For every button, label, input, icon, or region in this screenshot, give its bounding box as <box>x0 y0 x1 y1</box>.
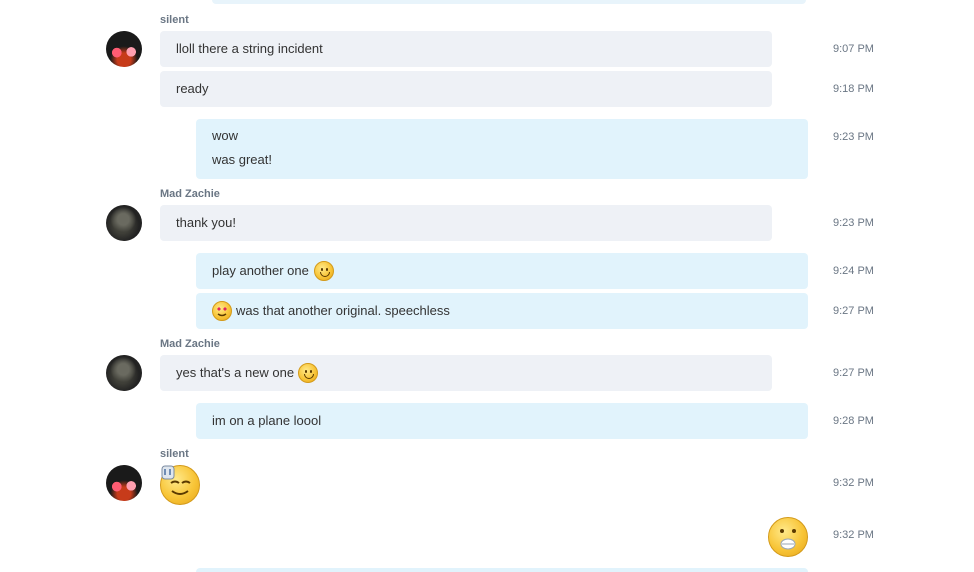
message-timestamp: 9:27 PM <box>833 305 874 317</box>
smile-emoticon-icon <box>298 363 318 383</box>
message-bubble-outgoing[interactable]: was that another original. speechless <box>196 293 808 329</box>
sender-name: silent <box>160 448 189 460</box>
message-bubble-outgoing[interactable]: im on a plane loool <box>196 403 808 439</box>
message-timestamp: 9:07 PM <box>833 43 874 55</box>
previous-message-bubble-edge <box>212 0 806 4</box>
message-text: was great! <box>212 152 272 167</box>
message-bubble-outgoing[interactable]: wow was great! <box>196 119 808 179</box>
message-text: ready <box>176 81 209 96</box>
message-text: play another one <box>212 263 309 278</box>
rock-on-emoticon-icon[interactable] <box>160 465 200 505</box>
next-message-bubble-edge <box>196 568 808 572</box>
message-bubble-incoming[interactable]: ready <box>160 71 772 107</box>
heart-eyes-emoticon-icon <box>212 301 232 321</box>
message-bubble-outgoing[interactable]: play another one <box>196 253 808 289</box>
message-bubble-incoming[interactable]: thank you! <box>160 205 772 241</box>
message-timestamp: 9:28 PM <box>833 415 874 427</box>
sender-name: Mad Zachie <box>160 338 220 350</box>
avatar-silent[interactable] <box>106 465 142 501</box>
message-text: thank you! <box>176 215 236 230</box>
message-bubble-incoming[interactable]: lloll there a string incident <box>160 31 772 67</box>
message-text: lloll there a string incident <box>176 41 323 56</box>
message-bubble-incoming[interactable]: yes that's a new one <box>160 355 772 391</box>
message-timestamp: 9:23 PM <box>833 217 874 229</box>
message-timestamp: 9:32 PM <box>833 477 874 489</box>
avatar-mad-zachie[interactable] <box>106 205 142 241</box>
avatar-silent[interactable] <box>106 31 142 67</box>
message-timestamp: 9:27 PM <box>833 367 874 379</box>
message-text: im on a plane loool <box>212 413 322 428</box>
message-timestamp: 9:18 PM <box>833 83 874 95</box>
sender-name: Mad Zachie <box>160 188 220 200</box>
message-timestamp: 9:32 PM <box>833 529 874 541</box>
speechless-emoticon-icon[interactable] <box>768 517 808 557</box>
smile-emoticon-icon <box>314 261 334 281</box>
message-timestamp: 9:24 PM <box>833 265 874 277</box>
avatar-mad-zachie[interactable] <box>106 355 142 391</box>
message-text: was that another original. speechless <box>236 303 450 318</box>
message-text: yes that's a new one <box>176 365 295 380</box>
message-text: wow <box>212 128 239 143</box>
message-timestamp: 9:23 PM <box>833 131 874 143</box>
sender-name: silent <box>160 14 189 26</box>
